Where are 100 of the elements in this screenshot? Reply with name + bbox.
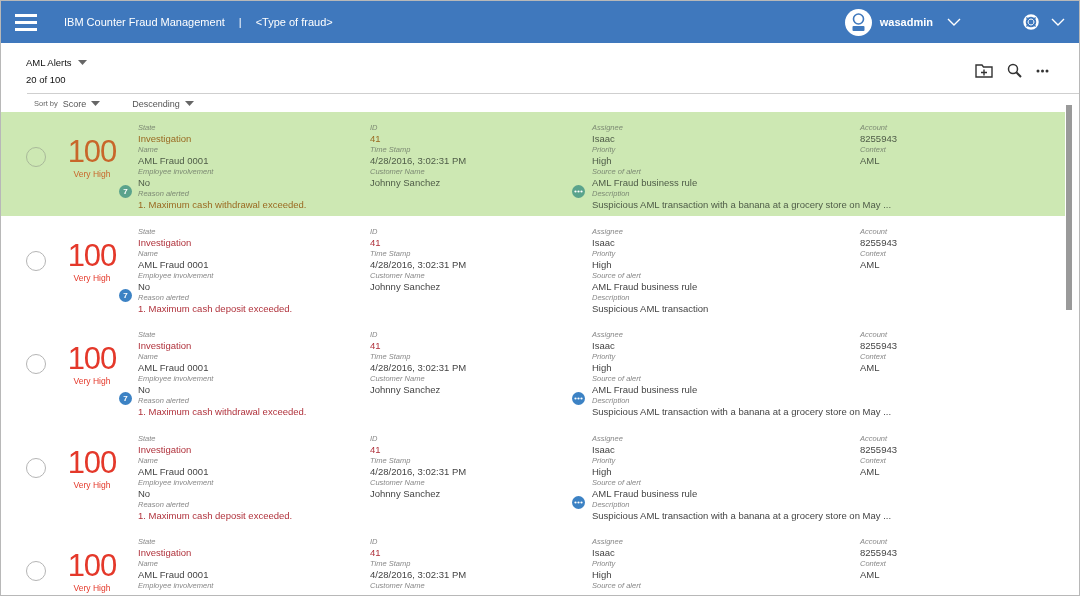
field-value: 1. Maximum cash withdrawal exceeded.	[138, 199, 307, 211]
field-value: Suspicious AML transaction	[592, 302, 709, 315]
field-value: AML	[860, 569, 880, 581]
field-value: Suspicious AML transaction with a banana at a grocery store on May ...	[592, 199, 892, 211]
chevron-down-icon	[947, 18, 961, 26]
field-value: Suspicious AML transaction with a banana at a grocery store on May ...	[592, 509, 892, 522]
field-value: High	[592, 258, 612, 271]
search-button[interactable]	[1007, 63, 1022, 78]
user-icon	[850, 13, 866, 31]
search-icon	[1007, 63, 1022, 78]
field-value: 41	[370, 133, 381, 145]
field-value: AML	[860, 155, 880, 167]
caret-icon	[77, 60, 87, 65]
risk-rating: Very High	[73, 169, 111, 179]
risk-score: 100	[67, 551, 117, 581]
field-value: AML Fraud 0001	[138, 362, 209, 374]
field-value: AML Fraud 0001	[138, 155, 209, 167]
risk-rating: Very High	[73, 376, 111, 386]
field-value: High	[592, 569, 612, 581]
field-value: 8255943	[860, 547, 897, 559]
field-value: 8255943	[860, 236, 897, 249]
user-name[interactable]: wasadmin	[879, 16, 933, 28]
field-value: AML Fraud business rule	[592, 280, 698, 293]
field-value: AML Fraud business rule	[592, 384, 698, 396]
alert-list-dropdown[interactable]: AML Alerts	[26, 57, 87, 68]
field-value: Investigation	[138, 236, 192, 249]
app-title: IBM Counter Fraud Management	[64, 16, 225, 28]
field-value: 41	[370, 340, 381, 352]
field-value: 8255943	[860, 340, 897, 352]
field-value: Johnny Sanchez	[370, 487, 441, 500]
more-details-icon[interactable]	[572, 495, 585, 509]
risk-score: 100	[67, 447, 117, 478]
lifebuoy-icon	[1023, 14, 1039, 30]
alert-row[interactable]	[1, 112, 1065, 216]
field-value: 41	[370, 236, 381, 249]
field-value: AML Fraud 0001	[138, 258, 209, 271]
user-menu-button[interactable]	[947, 18, 961, 26]
help-button[interactable]	[1023, 14, 1065, 30]
caret-icon	[184, 101, 194, 106]
field-value: Investigation	[138, 443, 192, 456]
field-value: Suspicious AML transaction with a banana at a grocery store on May ...	[592, 406, 892, 418]
field-value: No	[138, 177, 151, 189]
title-separator: |	[238, 16, 242, 28]
risk-score: 100	[67, 240, 117, 271]
fraud-type-label: <Type of fraud>	[255, 16, 333, 28]
field-value: No	[138, 280, 151, 293]
field-value: 4/28/2016, 3:02:31 PM	[370, 155, 467, 167]
risk-rating: Very High	[73, 583, 111, 593]
scrollbar-thumb[interactable]	[1066, 105, 1072, 310]
field-value: Isaac	[592, 236, 615, 249]
field-value: AML Fraud 0001	[138, 569, 209, 581]
field-value: Isaac	[592, 443, 615, 456]
menu-button[interactable]	[15, 13, 37, 31]
field-value: 4/28/2016, 3:02:31 PM	[370, 362, 467, 374]
caret-icon	[91, 101, 101, 106]
field-value: AML	[860, 362, 880, 374]
field-value: No	[138, 384, 151, 396]
field-value: 1. Maximum cash deposit exceeded.	[138, 509, 293, 522]
field-value: Johnny Sanchez	[370, 280, 441, 293]
field-value: 8255943	[860, 443, 897, 456]
more-details-icon[interactable]	[572, 185, 585, 198]
field-value: Johnny Sanchez	[370, 384, 441, 396]
field-value: AML Fraud 0001	[138, 465, 209, 478]
field-value: AML	[860, 465, 880, 478]
field-value: Investigation	[138, 133, 192, 145]
field-value: 1. Maximum cash deposit exceeded.	[138, 302, 293, 315]
risk-rating: Very High	[73, 272, 111, 283]
add-folder-button[interactable]	[975, 63, 993, 78]
field-value: Investigation	[138, 340, 192, 352]
more-details-icon[interactable]	[572, 392, 585, 405]
chevron-down-icon	[1051, 18, 1065, 26]
field-value: High	[592, 155, 612, 167]
field-value: No	[138, 487, 151, 500]
field-value: Isaac	[592, 340, 615, 352]
risk-score: 100	[67, 344, 117, 374]
menu-icon	[15, 13, 37, 31]
field-value: AML Fraud business rule	[592, 177, 698, 189]
field-value: AML	[860, 258, 880, 271]
more-button[interactable]	[1036, 68, 1049, 73]
risk-score: 100	[67, 137, 117, 167]
sort-order-dropdown[interactable]: Descending	[132, 98, 194, 109]
field-value: Isaac	[592, 547, 615, 559]
field-value: 41	[370, 443, 381, 456]
field-value: Johnny Sanchez	[370, 177, 441, 189]
field-value: 41	[370, 547, 381, 559]
reason-count-badge[interactable]: 7	[119, 288, 132, 302]
field-value: Investigation	[138, 547, 192, 559]
field-value: 4/28/2016, 3:02:31 PM	[370, 258, 467, 271]
user-avatar[interactable]	[844, 8, 872, 36]
more-icon	[1036, 68, 1049, 73]
reason-count-badge[interactable]: 7	[119, 392, 132, 405]
field-value: High	[592, 465, 612, 478]
add-folder-icon	[975, 63, 993, 78]
field-value: 8255943	[860, 133, 897, 145]
field-value: 4/28/2016, 3:02:31 PM	[370, 465, 467, 478]
field-value: Isaac	[592, 133, 615, 145]
risk-rating: Very High	[73, 479, 111, 490]
field-value: High	[592, 362, 612, 374]
field-value: 1. Maximum cash withdrawal exceeded.	[138, 406, 307, 418]
sort-field-dropdown[interactable]: Score	[62, 98, 101, 109]
